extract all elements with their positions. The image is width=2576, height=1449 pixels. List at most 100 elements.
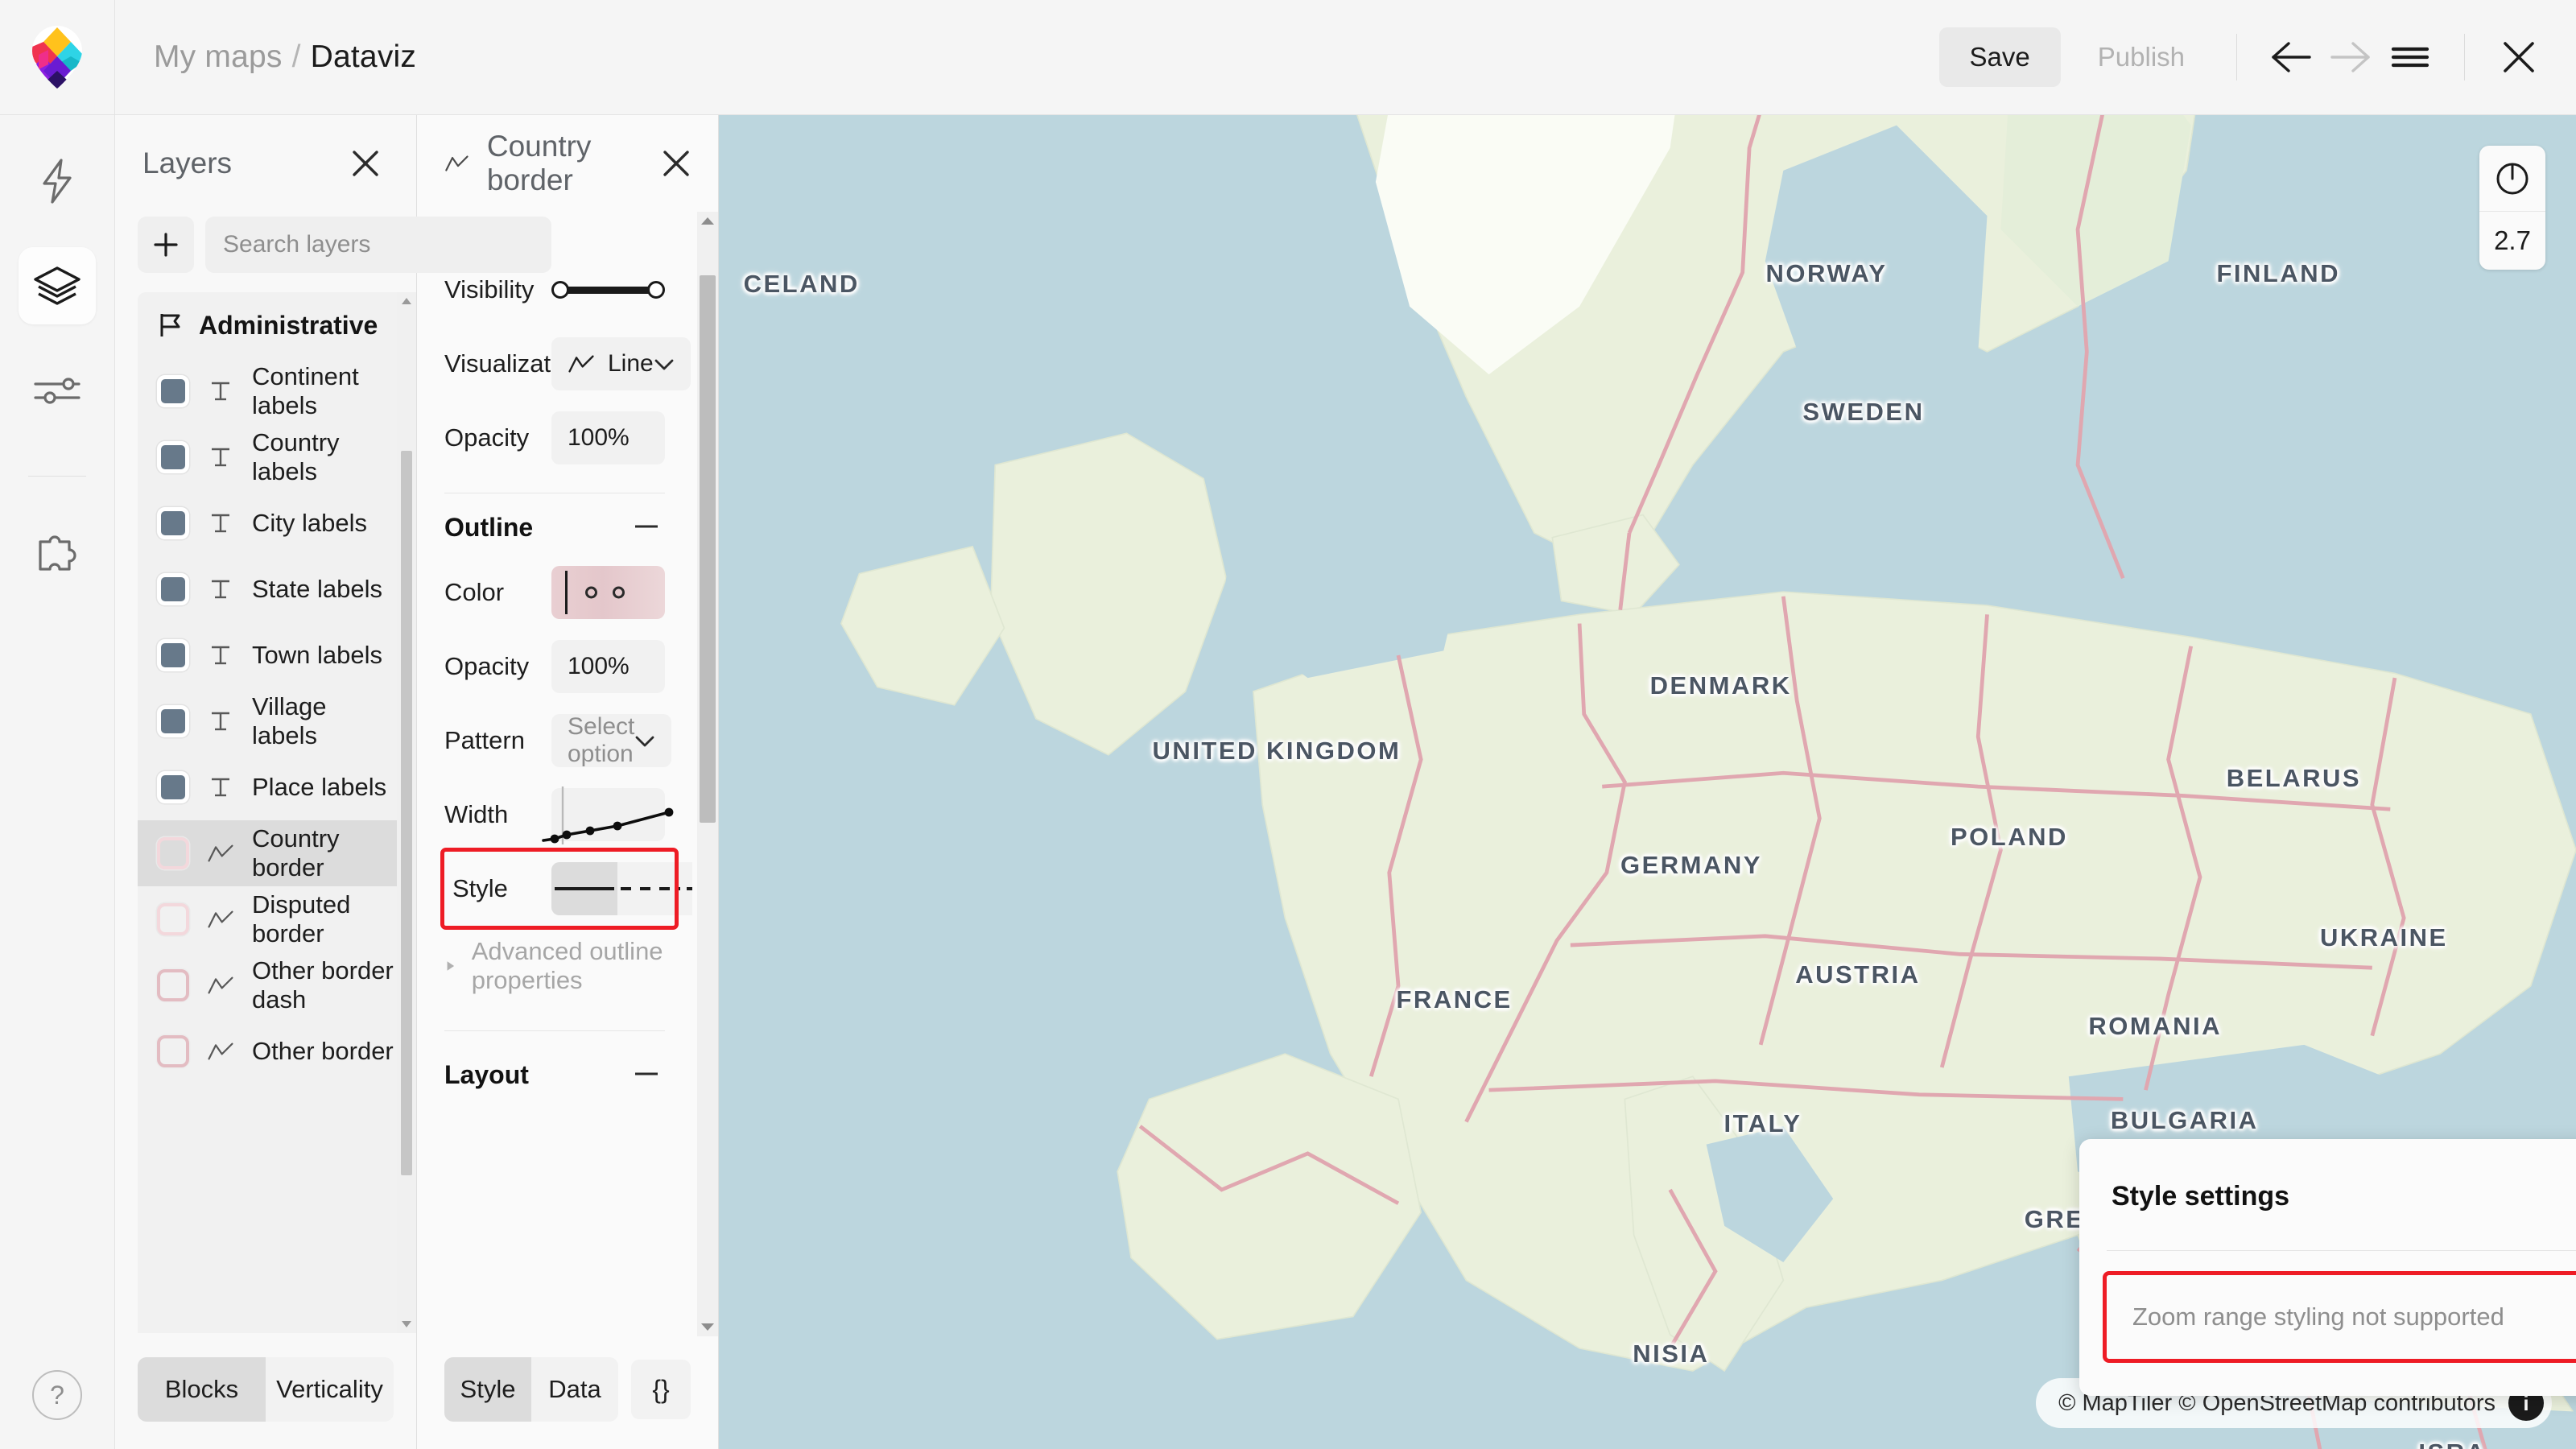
lightning-bolt-icon bbox=[43, 159, 72, 204]
scroll-down-arrow-icon[interactable] bbox=[700, 1323, 715, 1331]
layer-row-town-labels[interactable]: Town labels bbox=[138, 622, 397, 688]
outline-opacity-label: Opacity bbox=[444, 652, 530, 680]
chevron-down-icon bbox=[654, 350, 675, 378]
json-editor-button[interactable]: {} bbox=[631, 1360, 691, 1419]
save-button[interactable]: Save bbox=[1938, 27, 2061, 87]
layer-color-swatch[interactable] bbox=[157, 1035, 189, 1067]
style-panel-close-button[interactable] bbox=[658, 140, 694, 187]
scroll-up-arrow-icon[interactable] bbox=[401, 297, 412, 305]
scroll-up-arrow-icon[interactable] bbox=[700, 217, 715, 225]
scroll-down-arrow-icon[interactable] bbox=[401, 1320, 412, 1328]
layer-color-swatch[interactable] bbox=[157, 573, 189, 605]
tab-style[interactable]: Style bbox=[444, 1357, 531, 1422]
layer-row-place-labels[interactable]: Place labels bbox=[138, 754, 397, 820]
layer-color-swatch[interactable] bbox=[157, 507, 189, 539]
layer-row-country-labels[interactable]: Country labels bbox=[138, 424, 397, 490]
outline-width-label: Width bbox=[444, 800, 509, 828]
compass-button[interactable] bbox=[2479, 146, 2545, 212]
outline-width-curve-editor[interactable] bbox=[542, 786, 674, 844]
layer-color-swatch[interactable] bbox=[157, 375, 189, 407]
advanced-outline-properties-toggle[interactable]: Advanced outline properties bbox=[444, 926, 692, 1000]
outline-style-row-highlight: Style bbox=[440, 848, 692, 930]
layers-scroll-thumb[interactable] bbox=[401, 450, 412, 1175]
outline-section-title: Outline bbox=[444, 513, 534, 542]
search-layers-input[interactable] bbox=[205, 217, 551, 273]
layer-row-other-border[interactable]: Other border bbox=[138, 1018, 397, 1084]
rail-item-settings-sliders[interactable] bbox=[19, 352, 96, 429]
map-canvas[interactable]: CELAND NORWAY FINLAND SWEDEN DENMARK UNITED K… bbox=[719, 115, 2576, 1449]
layer-row-other-border-dash[interactable]: Other border dash bbox=[138, 952, 397, 1018]
layer-color-swatch[interactable] bbox=[157, 705, 189, 737]
help-button[interactable]: ? bbox=[32, 1370, 82, 1420]
layer-color-swatch[interactable] bbox=[157, 639, 189, 671]
outline-section-header: Outline bbox=[444, 513, 692, 543]
style-settings-popup-header: Style settings bbox=[2079, 1139, 2576, 1250]
color-cursor-marker bbox=[565, 571, 568, 614]
undo-back-button[interactable] bbox=[2261, 27, 2321, 87]
redo-forward-button[interactable] bbox=[2321, 27, 2380, 87]
publish-button[interactable]: Publish bbox=[2070, 27, 2212, 87]
line-icon bbox=[445, 155, 469, 171]
outline-opacity-row: Opacity 100% bbox=[444, 630, 692, 704]
rail-item-layers[interactable] bbox=[19, 247, 96, 324]
outline-pattern-select[interactable]: Select option bbox=[551, 713, 672, 767]
layer-color-swatch[interactable] bbox=[157, 441, 189, 473]
layer-opacity-input[interactable]: 100% bbox=[551, 411, 665, 464]
tab-blocks[interactable]: Blocks bbox=[138, 1357, 266, 1422]
line-icon bbox=[568, 353, 595, 374]
layer-row-continent-labels[interactable]: Continent labels bbox=[138, 358, 397, 424]
layer-row-label: Other border bbox=[252, 1037, 394, 1065]
add-layer-button[interactable] bbox=[138, 217, 194, 273]
visibility-slider[interactable] bbox=[551, 263, 665, 316]
layer-color-swatch[interactable] bbox=[157, 903, 189, 935]
layer-row-state-labels[interactable]: State labels bbox=[138, 556, 397, 622]
close-editor-button[interactable] bbox=[2489, 27, 2549, 87]
layer-row-label: Country labels bbox=[252, 428, 340, 485]
layers-list-scrollbar[interactable] bbox=[397, 292, 416, 1333]
layer-rows-container: Continent labels Country labels City label… bbox=[138, 358, 397, 1084]
color-stop-2[interactable] bbox=[613, 586, 625, 599]
outline-color-gradient[interactable] bbox=[551, 566, 665, 619]
dash-dot-line-icon bbox=[687, 887, 692, 890]
text-layer-icon bbox=[205, 577, 236, 601]
layers-panel-title: Layers bbox=[142, 147, 233, 180]
tab-verticality[interactable]: Verticality bbox=[266, 1357, 394, 1422]
top-bar-actions: Save Publish bbox=[1938, 0, 2576, 114]
breadcrumb-separator: / bbox=[291, 39, 301, 74]
outline-opacity-input[interactable]: 100% bbox=[551, 640, 665, 693]
plus-icon bbox=[154, 233, 178, 257]
style-scroll-thumb[interactable] bbox=[700, 275, 716, 823]
visualization-select[interactable]: Line bbox=[551, 337, 691, 390]
app-logo[interactable] bbox=[0, 0, 115, 114]
color-stop-1[interactable] bbox=[585, 586, 597, 599]
menu-button[interactable] bbox=[2380, 27, 2440, 87]
visibility-slider-knob-min[interactable] bbox=[551, 281, 569, 299]
rail-item-plugins[interactable] bbox=[19, 514, 96, 591]
tab-data[interactable]: Data bbox=[531, 1357, 618, 1422]
layout-collapse-button[interactable] bbox=[628, 1063, 665, 1087]
layer-row-disputed-border[interactable]: Disputed border bbox=[138, 886, 397, 952]
breadcrumb-root[interactable]: My maps bbox=[154, 39, 283, 75]
style-option-solid[interactable] bbox=[551, 862, 617, 915]
visibility-slider-knob-max[interactable] bbox=[647, 281, 665, 299]
layer-row-country-border[interactable]: Country border bbox=[138, 820, 397, 886]
layer-row-city-labels[interactable]: City labels bbox=[138, 490, 397, 556]
rail-item-quick-actions[interactable] bbox=[19, 142, 96, 220]
sliders-icon bbox=[34, 378, 80, 404]
layer-group-administrative[interactable]: Administrative bbox=[138, 292, 397, 358]
layer-row-label: Town labels bbox=[252, 641, 382, 669]
layer-row-label: Village labels bbox=[252, 692, 327, 749]
outline-collapse-button[interactable] bbox=[628, 516, 665, 539]
layers-footer-tabs: Blocks Verticality bbox=[138, 1357, 394, 1422]
section-divider-2 bbox=[444, 1030, 665, 1031]
style-panel-scrollbar[interactable] bbox=[697, 212, 718, 1336]
style-option-dashed[interactable] bbox=[617, 862, 683, 915]
layer-color-swatch[interactable] bbox=[157, 969, 189, 1001]
style-option-dash-dot[interactable] bbox=[683, 862, 692, 915]
layer-color-swatch[interactable] bbox=[157, 837, 189, 869]
arrow-right-icon bbox=[2330, 42, 2370, 72]
layers-panel-close-button[interactable] bbox=[342, 140, 389, 187]
line-layer-icon bbox=[205, 1041, 236, 1062]
layer-color-swatch[interactable] bbox=[157, 771, 189, 803]
layer-row-village-labels[interactable]: Village labels bbox=[138, 688, 397, 754]
